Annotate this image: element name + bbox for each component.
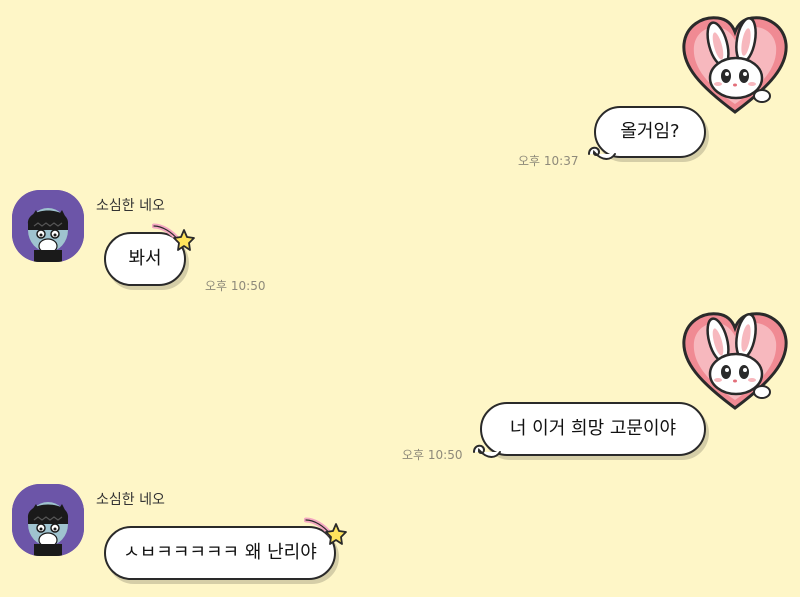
message-text: 너 이거 희망 고문이야 [509,418,677,439]
neo-avatar-icon [12,190,84,262]
shooting-star-icon [304,517,347,545]
message-time: 오후 10:50 [205,279,266,293]
bubble-swirl-icon [473,444,501,458]
neo-avatar-icon [12,484,84,556]
message-time: 오후 10:50 [402,448,463,462]
shooting-star-icon [152,223,195,251]
message-text: 올거임? [620,121,680,142]
sender-name: 소심한 네오 [96,198,165,214]
sender-name: 소심한 네오 [96,492,165,508]
heart-bunny-sticker-icon [680,310,790,410]
avatar[interactable] [12,484,84,556]
my-message-bubble[interactable]: 너 이거 희망 고문이야 [480,402,706,456]
bubble-swirl-icon [588,146,616,160]
heart-bunny-sticker-icon [680,14,790,114]
avatar[interactable] [12,190,84,262]
message-text: ㅅㅂㅋㅋㅋㅋㅋ 왜 난리야 [123,542,317,563]
other-message-bubble[interactable]: ㅅㅂㅋㅋㅋㅋㅋ 왜 난리야 [104,526,336,580]
message-time: 오후 10:37 [518,154,579,168]
